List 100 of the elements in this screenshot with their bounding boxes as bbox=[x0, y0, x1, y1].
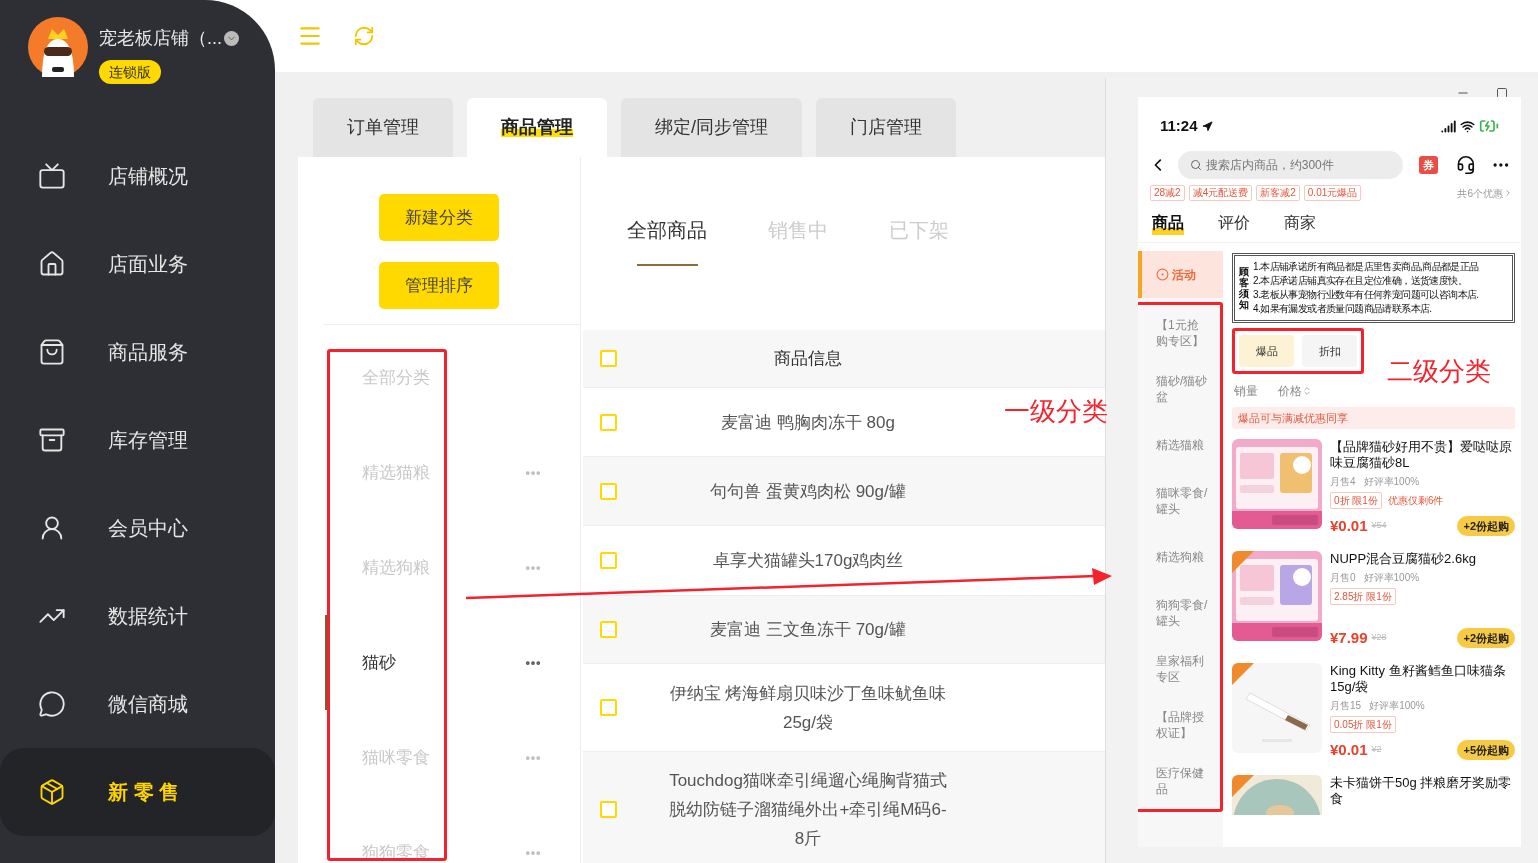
store-category[interactable]: 医疗保健品 bbox=[1138, 753, 1220, 809]
store-name: 宠老板店铺（... bbox=[99, 27, 222, 50]
price: ¥0.01 bbox=[1330, 739, 1368, 760]
monthly-sales: 月售0 bbox=[1330, 571, 1356, 585]
wifi-icon bbox=[1460, 118, 1475, 134]
notice-line: 2.本店承诺店铺真实存在且定位准确，送货速度快。 bbox=[1253, 274, 1468, 288]
table-cell-text: Touchdog猫咪牵引绳遛心绳胸背猫式脱幼防链子溜猫绳外出+牵引绳M码6-8斤 bbox=[668, 770, 948, 850]
store-category[interactable]: 皇家福利专区 bbox=[1138, 641, 1220, 697]
headset-icon[interactable] bbox=[1455, 155, 1476, 175]
edition-badge: 连锁版 bbox=[99, 60, 161, 84]
avatar bbox=[28, 17, 88, 77]
sidebar-item[interactable]: 商品服务 bbox=[0, 308, 275, 396]
product-card[interactable]: NUPP混合豆腐猫砂2.6kg 月售0 好评率100% 2.85折 限1份 ¥7.99 ¥28 +2份起购 bbox=[1232, 551, 1515, 663]
monitor-icon bbox=[38, 162, 66, 190]
rating: 好评率100% bbox=[1369, 699, 1425, 713]
sidebar-item[interactable]: 库存管理 bbox=[0, 396, 275, 484]
subcategory-chip[interactable]: 折扣 bbox=[1302, 335, 1357, 367]
store-category[interactable]: 【品牌授权证】 bbox=[1138, 697, 1220, 753]
add-button[interactable]: +5份起购 bbox=[1457, 739, 1515, 760]
price: ¥0.01 bbox=[1330, 515, 1368, 536]
original-price: ¥54 bbox=[1371, 519, 1387, 532]
package-icon bbox=[38, 778, 66, 806]
sidebar-item[interactable]: 微信商城 bbox=[0, 660, 275, 748]
add-button[interactable]: +2份起购 bbox=[1457, 515, 1515, 536]
monthly-sales: 月售4 bbox=[1330, 475, 1356, 489]
sort-option[interactable]: 价格 bbox=[1278, 382, 1312, 400]
sidebar-item[interactable]: 店铺概况 bbox=[0, 132, 275, 220]
category-item[interactable]: 猫砂 bbox=[325, 615, 580, 710]
table-cell-text: 句句兽 蛋黄鸡肉松 90g/罐 bbox=[710, 480, 906, 503]
notice-board: 顾客须知 1.本店铺承诺所有商品都是店里售卖商品,商品都是正品 2.本店承诺店铺真实存在且定位准确，送货速度快。 3.老板从事宠物行业数年有任何养宠问题可以咨询本店. 4.如果有漏发或者质量问题商品请联系本店. bbox=[1232, 253, 1515, 323]
tab[interactable]: 订单管理 bbox=[313, 98, 453, 157]
sort-icon bbox=[1302, 386, 1312, 396]
deal-tag: 2.85折 限1份 bbox=[1330, 588, 1396, 605]
house-icon bbox=[38, 250, 66, 278]
notice-line: 3.老板从事宠物行业数年有任何养宠问题可以咨询本店. bbox=[1253, 288, 1479, 302]
tab[interactable]: 门店管理 bbox=[816, 98, 956, 157]
tab[interactable]: 绑定/同步管理 bbox=[621, 98, 802, 157]
sidebar-item[interactable]: 会员中心 bbox=[0, 484, 275, 572]
product-title: NUPP混合豆腐猫砂2.6kg bbox=[1330, 551, 1477, 567]
sidebar-item[interactable]: 数据统计 bbox=[0, 572, 275, 660]
rating: 好评率100% bbox=[1363, 475, 1420, 489]
promo-banner: 爆品可与满减优惠同享 bbox=[1232, 407, 1515, 429]
notice-line: 4.如果有漏发或者质量问题商品请联系本店. bbox=[1253, 302, 1433, 316]
monthly-sales: 月售15 bbox=[1330, 699, 1362, 713]
sidebar-item[interactable]: 新 零 售 bbox=[0, 748, 275, 836]
search-field[interactable]: 搜索店内商品，约300件 bbox=[1177, 151, 1403, 179]
product-title: 【品牌猫砂好用不贵】爱哒哒原味豆腐猫砂8L bbox=[1330, 439, 1513, 471]
store-tab[interactable]: 商家 bbox=[1284, 210, 1316, 235]
checkbox[interactable] bbox=[600, 552, 617, 569]
product-card[interactable]: King Kitty 鱼籽酱鳕鱼口味猫条15g/袋 月售15 好评率100% 0.05折 限1份 ¥0.01 ¥2 +5份起购 bbox=[1232, 663, 1515, 775]
chevron-icon bbox=[1503, 188, 1513, 198]
table-cell-text: 卓享犬猫罐头170g鸡肉丝 bbox=[712, 550, 904, 572]
coupon-badge[interactable]: 券 bbox=[1418, 156, 1438, 174]
deal-tag: 0折 限1份 bbox=[1330, 492, 1382, 509]
dropdown-icon[interactable] bbox=[224, 31, 239, 46]
checkbox[interactable] bbox=[600, 801, 617, 818]
checkbox[interactable] bbox=[600, 413, 617, 431]
deal-tag: 0.05折 限1份 bbox=[1330, 716, 1396, 733]
product-card[interactable]: 【品牌猫砂好用不贵】爱哒哒原味豆腐猫砂8L 月售4 好评率100% 0折 限1份 优惠仅剩6件 ¥0.01 ¥54 +2份起购 bbox=[1232, 439, 1515, 551]
product-card[interactable]: 未卡猫饼干50g 拌粮磨牙奖励零食 bbox=[1232, 775, 1515, 847]
tag-icon bbox=[1156, 268, 1169, 281]
signal-icon bbox=[1441, 118, 1456, 134]
subcategory-chip[interactable]: 爆品 bbox=[1239, 335, 1294, 367]
price: ¥7.99 bbox=[1330, 627, 1368, 648]
table-cell-text: 麦富迪 鸭胸肉冻干 80g bbox=[721, 411, 895, 434]
store-category[interactable]: 精选猫粮 bbox=[1138, 417, 1220, 473]
category-action-button[interactable]: 管理排序 bbox=[379, 262, 499, 309]
stock-note: 优惠仅剩6件 bbox=[1387, 494, 1444, 508]
store-category[interactable]: 【1元抢购专区】 bbox=[1138, 305, 1220, 361]
store-category[interactable]: 猫咪零食/罐头 bbox=[1138, 473, 1220, 529]
annotation-label: 二级分类 bbox=[1387, 355, 1491, 388]
product-title: King Kitty 鱼籽酱鳕鱼口味猫条15g/袋 bbox=[1330, 663, 1507, 695]
promo-tag: 减4元配送费 bbox=[1188, 185, 1253, 201]
checkbox[interactable] bbox=[600, 621, 617, 638]
promo-tag: 0.01元爆品 bbox=[1303, 185, 1362, 201]
sidebar-item[interactable]: 店面业务 bbox=[0, 220, 275, 308]
promo-tag: 28减2 bbox=[1150, 185, 1185, 201]
checkbox[interactable] bbox=[600, 350, 617, 367]
filter-tab[interactable]: 全部商品 bbox=[627, 215, 707, 275]
archive-icon bbox=[38, 426, 66, 454]
column-header: 商品信息 bbox=[773, 347, 843, 370]
store-category[interactable]: 狗狗零食/罐头 bbox=[1138, 585, 1220, 641]
rating: 好评率100% bbox=[1363, 571, 1420, 585]
sort-option[interactable]: 销量 bbox=[1234, 382, 1258, 400]
original-price: ¥28 bbox=[1371, 631, 1387, 644]
checkbox[interactable] bbox=[600, 482, 617, 500]
promo-tag: 新客减2 bbox=[1256, 185, 1300, 201]
product-title: 未卡猫饼干50g 拌粮磨牙奖励零食 bbox=[1330, 775, 1513, 807]
store-category[interactable]: 猫砂/猫砂盆 bbox=[1138, 361, 1220, 417]
store-tab[interactable]: 评价 bbox=[1218, 210, 1250, 235]
annotation-label: 一级分类 bbox=[1004, 395, 1108, 428]
refresh-icon[interactable] bbox=[353, 25, 375, 47]
bag-icon bbox=[38, 338, 66, 366]
store-category[interactable]: 精选狗粮 bbox=[1138, 529, 1220, 585]
add-button[interactable]: +2份起购 bbox=[1457, 627, 1515, 648]
category-action-button[interactable]: 新建分类 bbox=[379, 194, 499, 241]
search-icon bbox=[1189, 159, 1202, 171]
checkbox[interactable] bbox=[600, 699, 617, 716]
table-cell-text: 麦富迪 三文鱼冻干 70g/罐 bbox=[710, 619, 906, 641]
chat-icon bbox=[38, 690, 66, 718]
